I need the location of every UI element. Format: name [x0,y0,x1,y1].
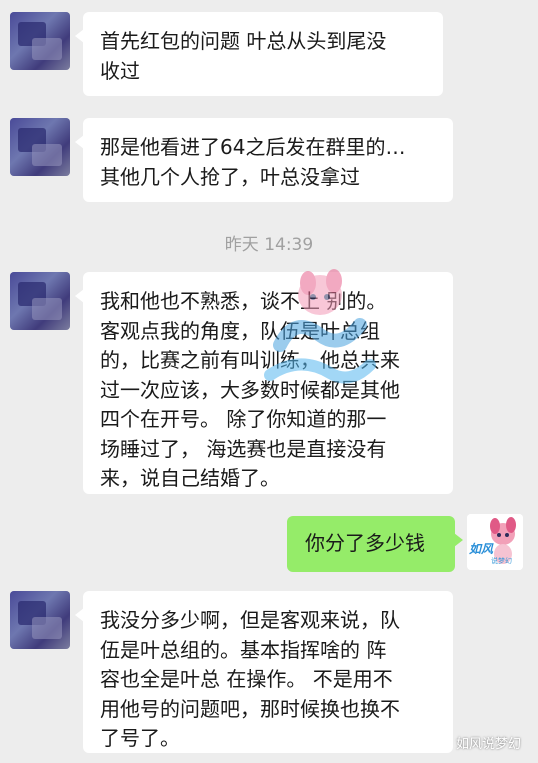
message-text-line: 过一次应该，大多数时候都是其他 [100,377,400,402]
contact-avatar[interactable] [10,12,70,70]
blurred-avatar-image [10,12,70,70]
message-bubble-received[interactable]: 我没分多少啊，但是客观来说，队 伍是叶总组的。基本指挥啥的 阵 容也全是叶总 在… [75,591,453,753]
message-text-line: 客观点我的角度，队伍是叶总组 [100,318,380,343]
logo-subtext: 说梦幻 [491,557,512,565]
message-text-line: 收过 [100,58,140,83]
message-text-line: 你分了多少钱 [305,531,425,555]
contact-avatar[interactable] [10,118,70,176]
message-text-line: 四个在开号。 除了你知道的那一 [100,407,387,431]
message-text-line: 的，比赛之前有叫训练，他总共来 [100,348,400,372]
message-text-line: 首先红包的问题 叶总从头到尾没 [100,29,387,53]
message-text-line: 场睡过了， 海选赛也是直接没有 [100,436,387,461]
contact-avatar[interactable] [10,272,70,330]
message-bubble-sent[interactable]: 你分了多少钱 [287,516,463,572]
logo-text: 如风 [469,542,494,556]
wechat-icon [430,734,450,750]
message-bubble-received[interactable]: 我和他也不熟悉，谈不上 别的。 客观点我的角度，队伍是叶总组 的，比赛之前有叫训… [75,272,453,494]
message-text-line: 了号了。 [100,726,180,750]
message-bubble-received[interactable]: 首先红包的问题 叶总从头到尾没 收过 [75,12,443,96]
message-text-line: 那是他看进了64之后发在群里的… [100,135,406,159]
footer-watermark: 如风说梦幻 [430,731,521,753]
chat-timestamp: 昨天 14:39 [224,235,314,255]
message-text-line: 伍是叶总组的。基本指挥啥的 阵 [100,637,387,662]
contact-avatar[interactable] [10,591,70,649]
blurred-avatar-image [10,272,70,330]
message-text-line: 其他几个人抢了，叶总没拿过 [100,164,360,189]
message-text-line: 我没分多少啊，但是客观来说，队 [100,608,400,632]
message-text-line: 来，说自己结婚了。 [100,466,280,490]
blurred-avatar-image [10,591,70,649]
message-bubble-received[interactable]: 那是他看进了64之后发在群里的… 其他几个人抢了，叶总没拿过 [75,118,453,202]
blurred-avatar-image [10,118,70,176]
self-avatar[interactable]: 如风 说梦幻 [467,514,523,570]
watermark-text: 如风说梦幻 [456,736,522,752]
message-text-line: 我和他也不熟悉，谈不上 别的。 [100,289,387,313]
message-text-line: 容也全是叶总 在操作。 不是用不 [100,667,393,691]
message-text-line: 用他号的问题吧，那时候换也换不 [100,696,400,721]
